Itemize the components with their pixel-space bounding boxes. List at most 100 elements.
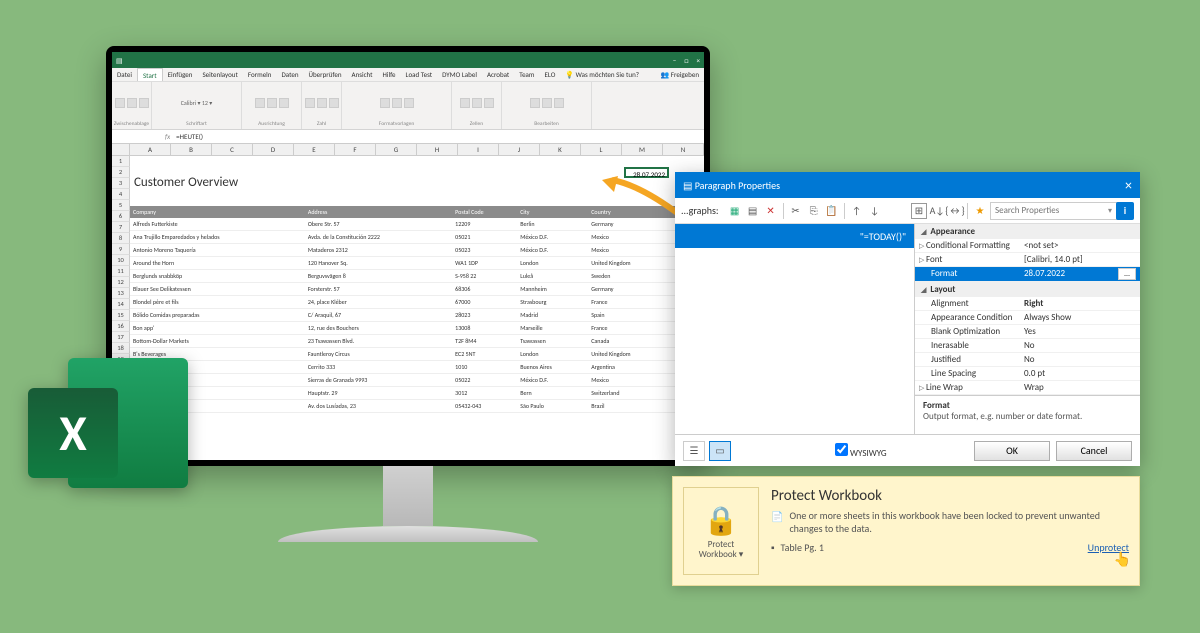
categorized-icon[interactable]: ⊞	[911, 203, 927, 219]
sort-icon[interactable]: A↓	[929, 203, 945, 219]
protect-workbook-button[interactable]: 🔒 ProtectWorkbook ▾	[683, 487, 759, 575]
property-row[interactable]: Line Spacing0.0 pt	[915, 367, 1140, 381]
row-header[interactable]: 15	[112, 310, 130, 321]
column-header[interactable]: C	[212, 144, 253, 156]
table-row: Av. dos Lusíadas, 2305432-043São PauloBr…	[130, 400, 704, 413]
row-header[interactable]: 17	[112, 332, 130, 343]
win-minimize[interactable]: –	[673, 56, 677, 65]
ribbon-tabs: DateiStartEinfügenSeitenlayoutFormelnDat…	[112, 68, 704, 82]
column-header[interactable]: I	[458, 144, 499, 156]
row-header[interactable]: 7	[112, 222, 130, 233]
search-input[interactable]	[990, 202, 1122, 220]
ribbon-tab[interactable]: Formeln	[243, 68, 277, 81]
view-mode-2[interactable]: ▭	[709, 441, 731, 461]
property-row[interactable]: Font[Calibri, 14.0 pt]	[915, 253, 1140, 267]
category-layout[interactable]: Layout	[915, 282, 1140, 297]
row-header[interactable]: 18	[112, 343, 130, 354]
protected-sheet-name: Table Pg. 1	[781, 541, 824, 554]
down-icon[interactable]: ↓	[867, 203, 883, 219]
select-all-corner[interactable]	[112, 144, 130, 156]
ribbon-tab[interactable]: Überprüfen	[304, 68, 347, 81]
column-header[interactable]: A	[130, 144, 171, 156]
ribbon-tab[interactable]: Load Test	[401, 68, 438, 81]
property-row[interactable]: Format28.07.2022…	[915, 267, 1140, 282]
ribbon-tab[interactable]: Ansicht	[347, 68, 378, 81]
paragraph-item[interactable]: "=TODAY()"	[675, 224, 914, 248]
property-row[interactable]: Blank OptimizationYes	[915, 325, 1140, 339]
ribbon-tab[interactable]: Einfügen	[163, 68, 198, 81]
row-header[interactable]: 12	[112, 277, 130, 288]
ribbon-tab[interactable]: Daten	[276, 68, 303, 81]
ok-button[interactable]: OK	[974, 441, 1050, 461]
view-mode-1[interactable]: ☰	[683, 441, 705, 461]
column-header[interactable]: L	[581, 144, 622, 156]
column-header[interactable]: F	[335, 144, 376, 156]
column-header[interactable]: D	[253, 144, 294, 156]
info-icon[interactable]: i	[1116, 202, 1134, 220]
share-button[interactable]: 👥 Freigeben	[655, 68, 704, 81]
ribbon-tab[interactable]: Team	[514, 68, 539, 81]
lock-icon: 🔒	[704, 503, 739, 538]
property-row[interactable]: Conditional Formatting<not set>	[915, 239, 1140, 253]
close-icon[interactable]: ×	[1125, 177, 1132, 194]
column-header[interactable]: H	[417, 144, 458, 156]
property-row[interactable]: JustifiedNo	[915, 353, 1140, 367]
row-header[interactable]: 13	[112, 288, 130, 299]
row-header[interactable]: 4	[112, 189, 130, 200]
paste-icon[interactable]: 📋	[824, 203, 840, 219]
unprotect-link[interactable]: Unprotect 👆	[1088, 541, 1129, 554]
property-row[interactable]: AlignmentRight	[915, 297, 1140, 311]
ellipsis-button[interactable]: …	[1118, 268, 1136, 280]
row-header[interactable]: 5	[112, 200, 130, 211]
ribbon-tab[interactable]: Start	[137, 68, 163, 81]
add-icon[interactable]: ▦	[727, 203, 743, 219]
dialog-titlebar[interactable]: ▤ Paragraph Properties ×	[675, 172, 1140, 198]
ribbon-tab[interactable]: Acrobat	[482, 68, 514, 81]
star-icon[interactable]: ★	[972, 203, 988, 219]
ribbon-group: Calibri ▾ 12 ▾Schriftart	[152, 82, 242, 129]
row-header[interactable]: 9	[112, 244, 130, 255]
ribbon-tab[interactable]: Datei	[112, 68, 137, 81]
column-header[interactable]: J	[499, 144, 540, 156]
ribbon-tab[interactable]: DYMO Label	[437, 68, 482, 81]
column-header[interactable]: M	[622, 144, 663, 156]
expand-icon[interactable]: {↔}	[947, 203, 963, 219]
row-header[interactable]: 6	[112, 211, 130, 222]
row-header[interactable]: 8	[112, 233, 130, 244]
category-appearance[interactable]: Appearance	[915, 224, 1140, 239]
row-header[interactable]: 3	[112, 178, 130, 189]
ribbon-tab[interactable]: ELO	[540, 68, 561, 81]
formula-input[interactable]: =HEUTE()	[173, 132, 704, 141]
screen-bezel: ▤ – □ × DateiStartEinfügenSeitenlayoutFo…	[106, 46, 710, 466]
cancel-button[interactable]: Cancel	[1056, 441, 1132, 461]
fx-icon[interactable]: fx	[162, 132, 173, 141]
column-header[interactable]: B	[171, 144, 212, 156]
win-close[interactable]: ×	[697, 56, 701, 65]
row-header[interactable]: 10	[112, 255, 130, 266]
edit-icon[interactable]: ▤	[745, 203, 761, 219]
column-header[interactable]: N	[663, 144, 704, 156]
row-header[interactable]: 11	[112, 266, 130, 277]
paragraph-list[interactable]: "=TODAY()"	[675, 224, 915, 434]
property-row[interactable]: Line WrapWrap	[915, 381, 1140, 395]
row-header[interactable]: 1	[112, 156, 130, 167]
row-header[interactable]: 14	[112, 299, 130, 310]
ribbon-tab[interactable]: Hilfe	[378, 68, 401, 81]
up-icon[interactable]: ↑	[849, 203, 865, 219]
win-maximize[interactable]: □	[684, 56, 688, 65]
column-header[interactable]: K	[540, 144, 581, 156]
column-header[interactable]: G	[376, 144, 417, 156]
row-header[interactable]: 2	[112, 167, 130, 178]
property-row[interactable]: InerasableNo	[915, 339, 1140, 353]
delete-icon[interactable]: ✕	[763, 203, 779, 219]
tell-me[interactable]: 💡 Was möchten Sie tun?	[560, 68, 644, 81]
column-header[interactable]: E	[294, 144, 335, 156]
wysiwyg-checkbox[interactable]: WYSIWYG	[835, 443, 887, 459]
cut-icon[interactable]: ✂	[788, 203, 804, 219]
property-row[interactable]: Appearance ConditionAlways Show	[915, 311, 1140, 325]
table-row: Around the Horn120 Hanover Sq.WA1 1DPLon…	[130, 257, 704, 270]
ribbon-tab[interactable]: Seitenlayout	[197, 68, 242, 81]
search-dropdown-icon[interactable]: ▾	[1108, 206, 1112, 216]
copy-icon[interactable]: ⎘	[806, 203, 822, 219]
row-header[interactable]: 16	[112, 321, 130, 332]
